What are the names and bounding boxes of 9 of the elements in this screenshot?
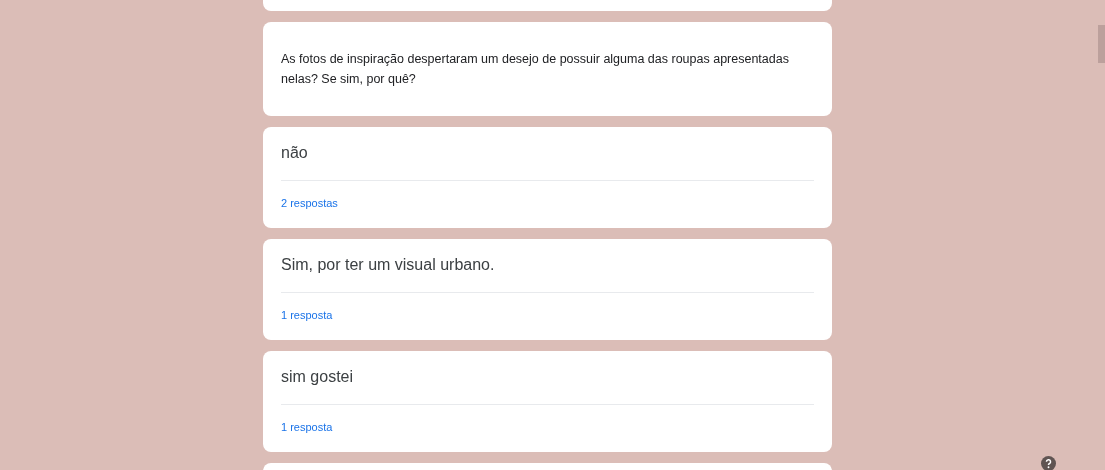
response-count: 1 resposta [281,309,333,321]
question-text: As fotos de inspiração despertaram um desejo de possuir alguma das roupas apresentadas nelas? Se sim, por quê? [281,51,790,88]
help-icon[interactable] [1041,456,1056,470]
scrollbar-thumb[interactable] [1098,25,1105,63]
answer-text: sim gostei [281,367,354,387]
response-count: 1 resposta [281,421,333,433]
response-count: 2 respostas [281,197,338,209]
answer-text: Sim, por ter um visual urbano. [281,255,495,275]
answer-text: não [281,143,308,163]
